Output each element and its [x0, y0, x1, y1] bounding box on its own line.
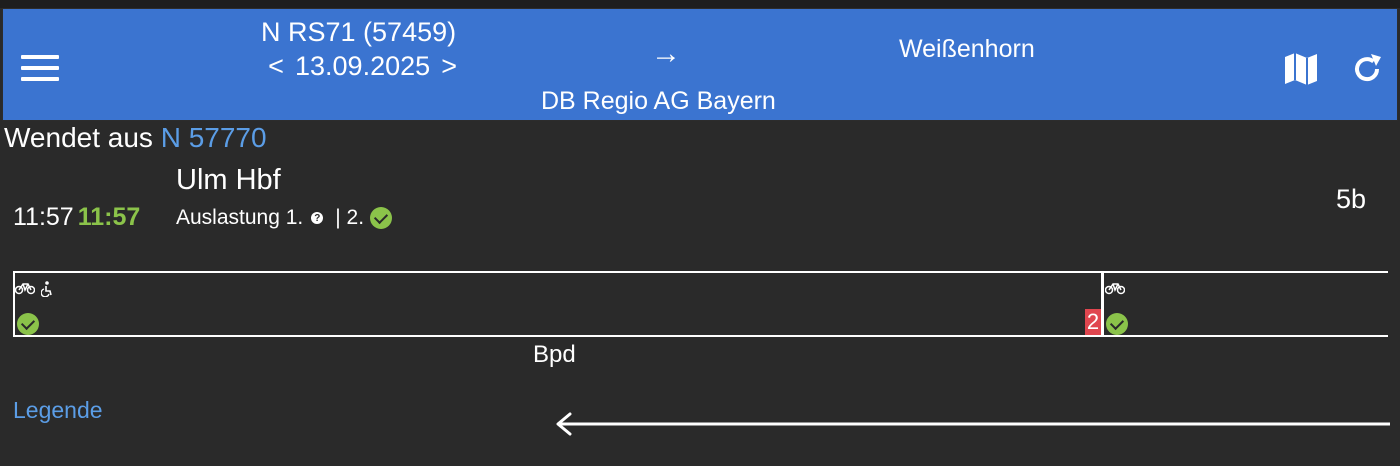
load-second-label: | 2.	[335, 206, 365, 229]
coach-divider	[1101, 273, 1104, 335]
map-icon[interactable]	[1283, 51, 1319, 87]
legend-link[interactable]: Legende	[13, 397, 103, 424]
coach-1-ok-icon	[17, 313, 39, 335]
reload-icon[interactable]	[1349, 51, 1385, 87]
destination: Weißenhorn	[899, 35, 1035, 63]
menu-icon[interactable]	[21, 53, 59, 83]
bicycle-icon	[15, 283, 35, 295]
previous-day-button[interactable]: <	[265, 51, 287, 82]
platform: 5b	[1336, 184, 1367, 214]
app-header: N RS71 (57459) < 13.09.2025 > → Weißenho…	[2, 8, 1398, 121]
load-info: Auslastung 1. ? | 2.	[176, 206, 393, 230]
scheduled-time: 11:57	[13, 203, 74, 231]
direction-arrow-icon: →	[651, 37, 681, 70]
coach-formation: 2	[13, 271, 1388, 337]
turns-from-train-link[interactable]: N 57770	[161, 122, 267, 153]
turns-from-label: Wendet aus	[4, 122, 153, 153]
departure-times: 11:57 11:57	[13, 203, 140, 232]
top-strip	[0, 0, 1400, 8]
turns-from: Wendet aus N 57770	[4, 122, 267, 154]
bicycle-icon	[1105, 283, 1125, 295]
load-ok-icon	[370, 207, 393, 229]
coach-1-icons	[15, 281, 53, 297]
coach-2-icons	[1105, 281, 1125, 295]
actual-time: 11:57	[77, 203, 141, 231]
unknown-load-icon: ?	[311, 212, 324, 224]
coach-type: Bpd	[533, 341, 576, 368]
date-selector: < 13.09.2025 >	[265, 51, 460, 82]
operator: DB Regio AG Bayern	[541, 87, 776, 115]
train-name: N RS71 (57459)	[261, 17, 457, 47]
station-name: Ulm Hbf	[176, 164, 281, 196]
next-day-button[interactable]: >	[438, 51, 460, 82]
date-label[interactable]: 13.09.2025	[295, 51, 430, 82]
coach-2-class-badge: 2	[1085, 309, 1101, 335]
travel-direction-arrow-icon	[556, 412, 1390, 436]
wheelchair-icon	[41, 281, 52, 297]
load-first-label: Auslastung 1.	[176, 206, 304, 229]
coach-2-ok-icon	[1106, 313, 1128, 335]
